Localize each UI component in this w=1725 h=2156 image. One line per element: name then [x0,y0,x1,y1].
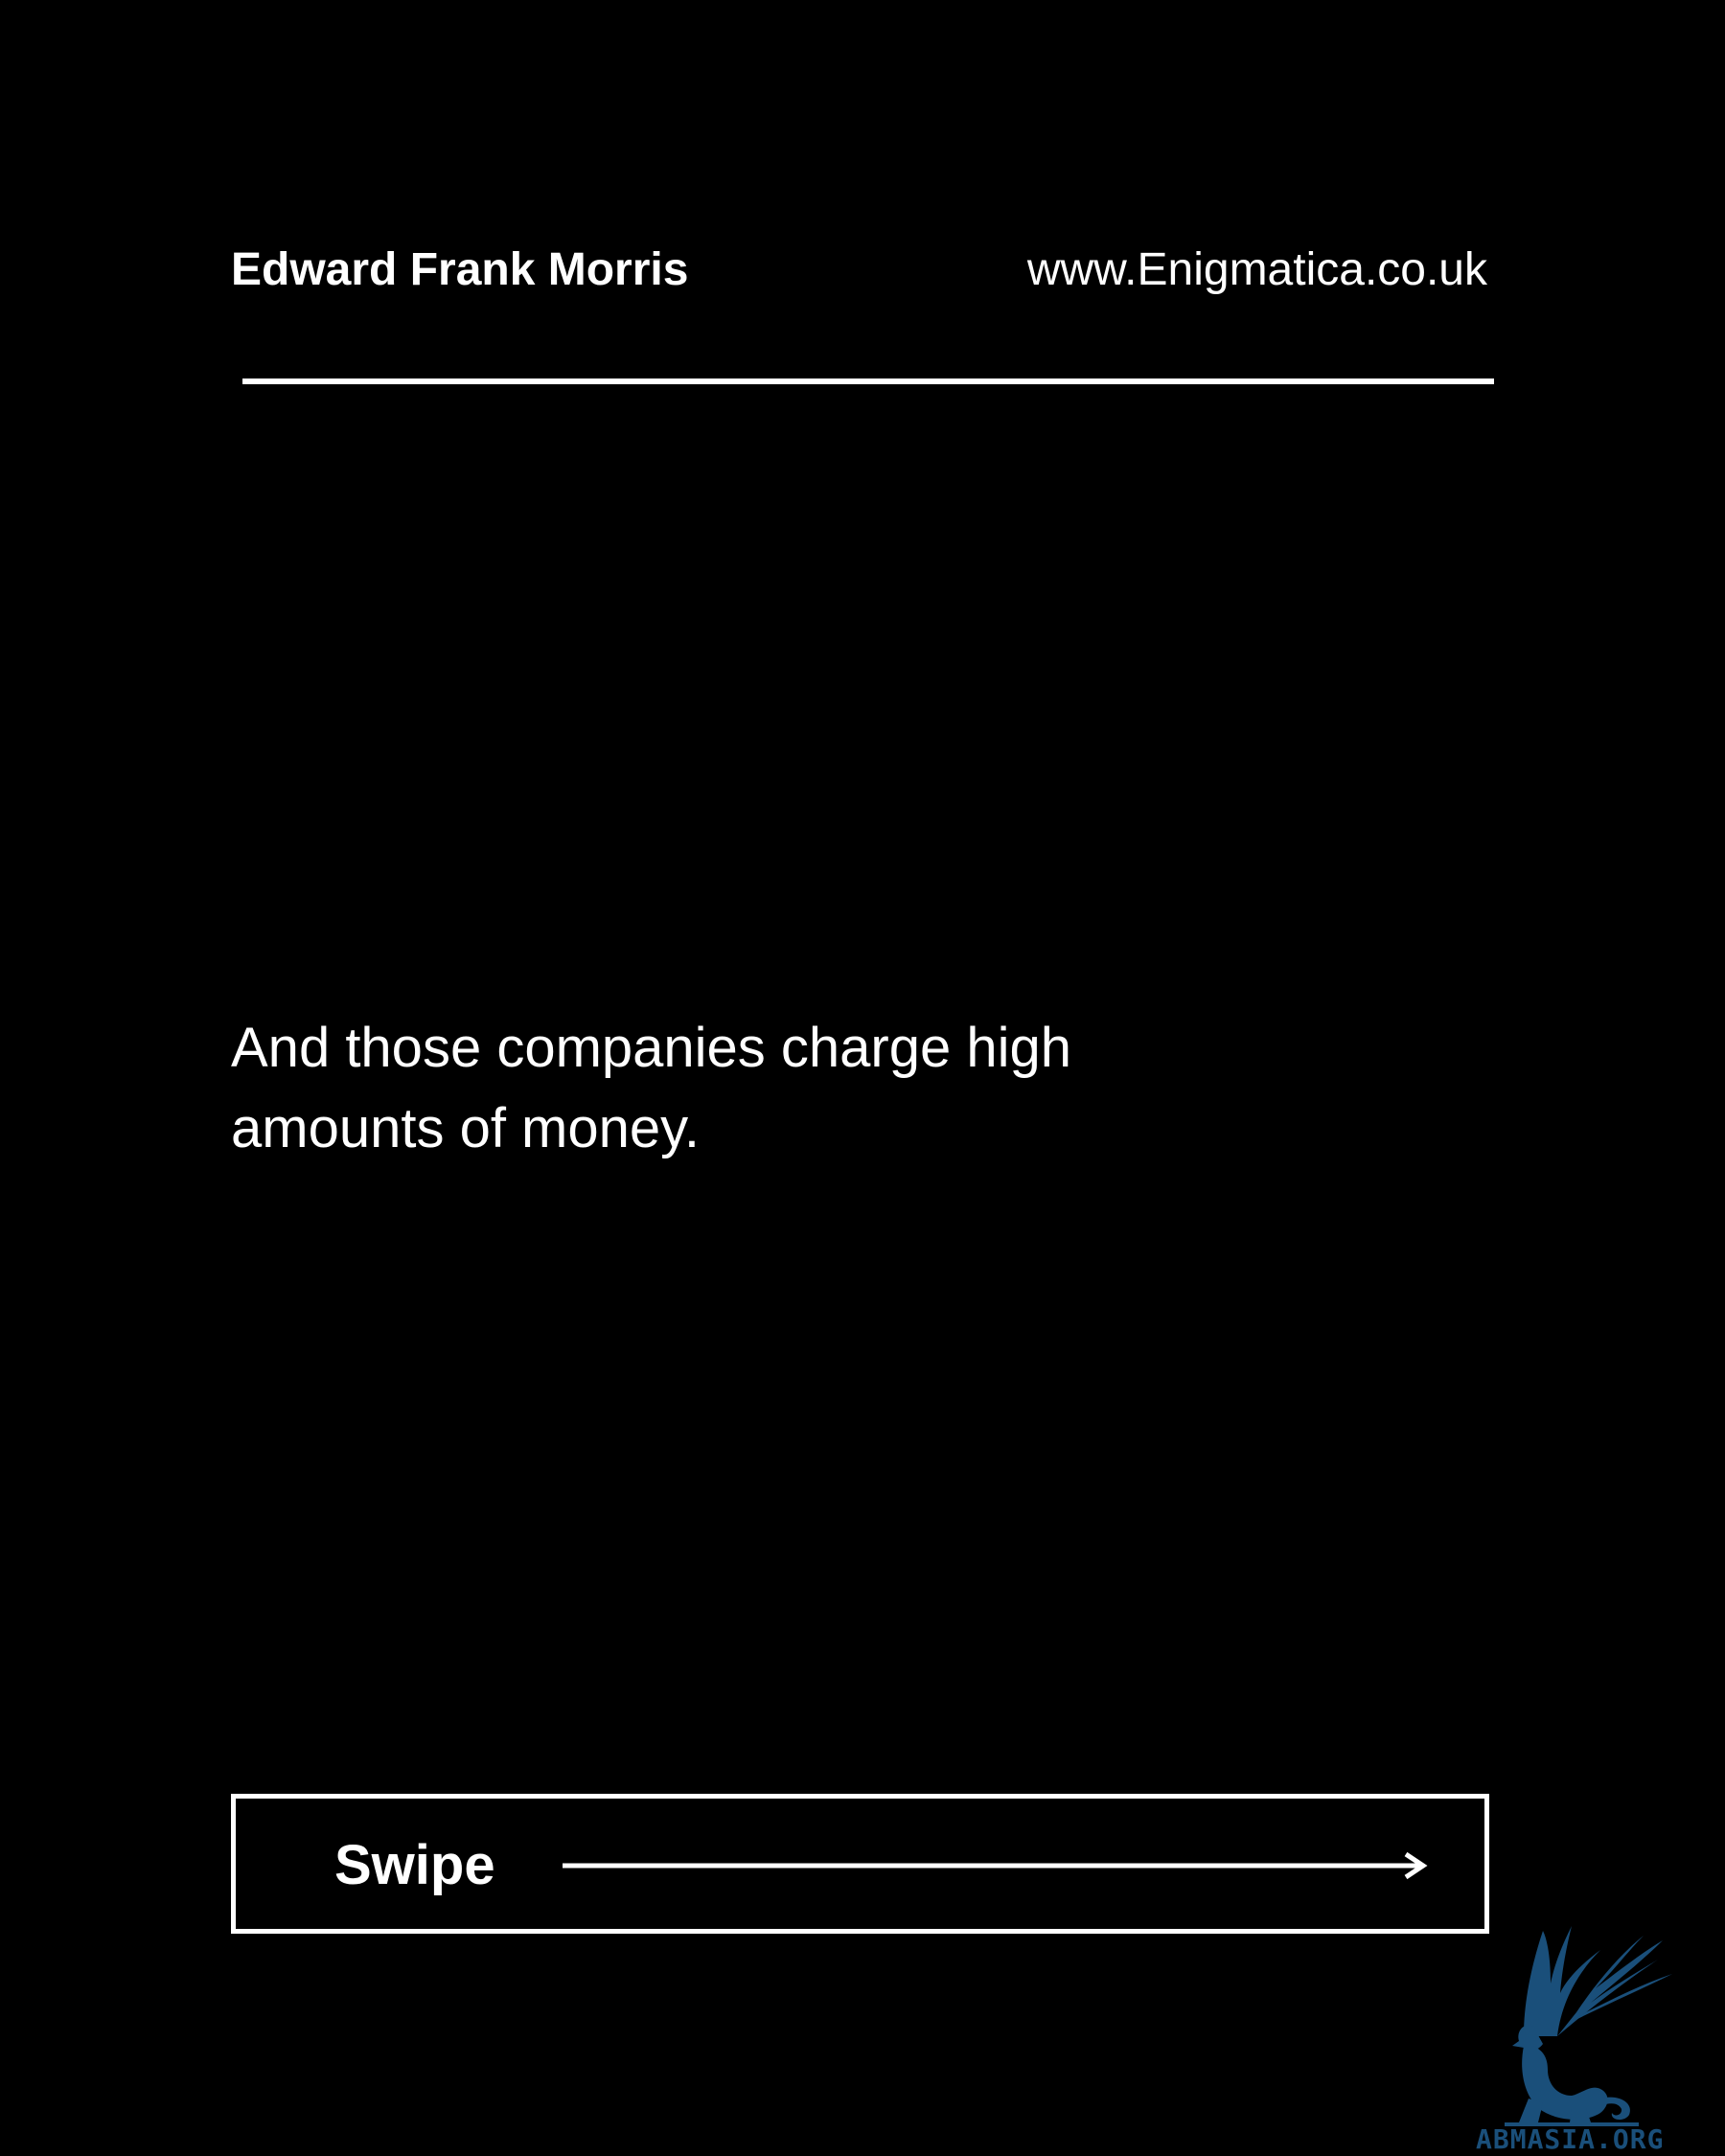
swipe-button[interactable]: Swipe [231,1794,1489,1934]
arrow-right-icon [563,1851,1428,1880]
slide-body-text: And those companies charge high amounts … [231,1017,1072,1159]
author-name: Edward Frank Morris [231,244,689,295]
swipe-label: Swipe [334,1834,495,1896]
griffin-logo-icon: ABMASIA.ORG [1476,1926,1672,2155]
header-divider [242,378,1494,384]
slide-page: Edward Frank Morris www.Enigmatica.co.uk… [0,0,1725,2156]
watermark-text: ABMASIA.ORG [1476,2123,1664,2155]
website-url: www.Enigmatica.co.uk [1026,244,1487,295]
